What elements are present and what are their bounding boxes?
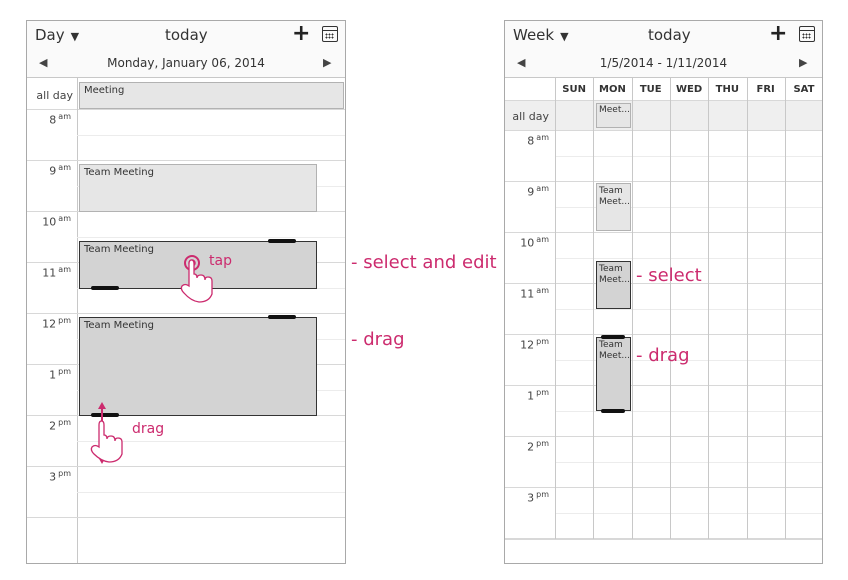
select-and-edit-annotation: - select and edit xyxy=(351,252,497,273)
day-view-panel: Day ▼ today + ◀ Monday, January 06, 2014 … xyxy=(26,20,346,564)
current-week-label: 1/5/2014 - 1/11/2014 xyxy=(599,56,728,70)
hour-label: 3 pm xyxy=(527,490,549,505)
hour-label: 9 am xyxy=(49,163,71,178)
date-navigation: ◀ Monday, January 06, 2014 ▶ xyxy=(27,49,345,78)
week-view-panel: Week ▼ today + ◀ 1/5/2014 - 1/11/2014 ▶ S… xyxy=(504,20,823,564)
day-header-thu[interactable]: THU xyxy=(708,84,746,95)
day-column-divider xyxy=(631,78,633,539)
day-header-tue[interactable]: TUE xyxy=(632,84,670,95)
event-team-meeting-mon-9am[interactable]: Team Meet... xyxy=(596,183,631,231)
resize-handle-bottom[interactable] xyxy=(91,286,119,290)
hour-label: 11 am xyxy=(42,265,71,280)
view-selector-label: Day xyxy=(35,26,65,44)
hour-label: 10 am xyxy=(42,214,71,229)
calendar-icon[interactable] xyxy=(322,26,338,42)
resize-handle-top[interactable] xyxy=(601,335,625,339)
hour-label: 9 am xyxy=(527,184,549,199)
add-event-button[interactable]: + xyxy=(769,21,787,46)
hour-line xyxy=(27,313,345,314)
hour-label: 8 am xyxy=(49,112,71,127)
hour-line xyxy=(505,232,822,233)
next-day-arrow-icon[interactable]: ▶ xyxy=(323,56,331,69)
today-button[interactable]: today xyxy=(165,26,208,44)
resize-handle-bottom[interactable] xyxy=(601,409,625,413)
allday-label: all day xyxy=(512,110,549,123)
hour-line xyxy=(27,466,345,467)
next-week-arrow-icon[interactable]: ▶ xyxy=(799,56,807,69)
hour-line xyxy=(505,334,822,335)
add-event-button[interactable]: + xyxy=(292,21,310,46)
day-header-sun[interactable]: SUN xyxy=(555,84,593,95)
day-header-mon[interactable]: MON xyxy=(593,84,631,95)
hour-line xyxy=(27,517,345,518)
half-hour-line xyxy=(555,411,822,412)
select-annotation-week: - select xyxy=(636,265,702,286)
calendar-icon[interactable] xyxy=(799,26,815,42)
current-date-label: Monday, January 06, 2014 xyxy=(107,56,265,70)
hour-label: 2 pm xyxy=(527,439,549,454)
view-selector-label: Week xyxy=(513,26,555,44)
event-team-meeting-mon-10am[interactable]: Team Meet... xyxy=(596,261,631,309)
resize-handle-top[interactable] xyxy=(268,315,296,319)
allday-row-background xyxy=(505,101,822,130)
half-hour-line xyxy=(555,462,822,463)
hour-label: 2 pm xyxy=(49,418,71,433)
tap-label: tap xyxy=(209,253,232,269)
half-hour-line xyxy=(555,309,822,310)
allday-event-mon[interactable]: Meet... xyxy=(596,103,631,128)
hour-line xyxy=(505,181,822,182)
half-hour-line xyxy=(555,258,822,259)
day-column-divider xyxy=(784,78,786,539)
hour-label: 1 pm xyxy=(49,367,71,382)
allday-divider xyxy=(505,130,822,131)
hour-label: 8 am xyxy=(527,133,549,148)
hour-line xyxy=(505,385,822,386)
chevron-down-icon: ▼ xyxy=(70,30,80,43)
grid-bottom-line xyxy=(505,539,822,540)
hour-label: 12 pm xyxy=(520,337,549,352)
day-column-divider xyxy=(555,78,556,539)
event-team-meeting-mon-12pm[interactable]: Team Meet... xyxy=(596,337,631,411)
drag-label: drag xyxy=(132,421,165,437)
hour-line xyxy=(505,436,822,437)
day-column-divider xyxy=(746,78,748,539)
day-view-toolbar: Day ▼ today + xyxy=(27,21,345,50)
hour-label: 10 am xyxy=(520,235,549,250)
allday-event[interactable]: Meeting xyxy=(79,82,344,109)
allday-label: all day xyxy=(36,89,73,102)
today-button[interactable]: today xyxy=(648,26,691,44)
week-view-toolbar: Week ▼ today + xyxy=(505,21,822,50)
allday-divider xyxy=(27,109,345,110)
day-header-sat[interactable]: SAT xyxy=(785,84,822,95)
hour-label: 12 pm xyxy=(42,316,71,331)
drag-annotation-week: - drag xyxy=(636,345,690,366)
event-team-meeting-9am[interactable]: Team Meeting xyxy=(79,164,317,212)
chevron-down-icon: ▼ xyxy=(560,30,569,43)
hour-label: 11 am xyxy=(520,286,549,301)
drag-annotation-day: - drag xyxy=(351,329,405,350)
day-header-wed[interactable]: WED xyxy=(670,84,708,95)
date-navigation: ◀ 1/5/2014 - 1/11/2014 ▶ xyxy=(505,49,822,78)
day-column-divider xyxy=(593,78,595,539)
hour-line xyxy=(27,160,345,161)
half-hour-line xyxy=(555,156,822,157)
resize-handle-top[interactable] xyxy=(268,239,296,243)
time-column-divider xyxy=(77,78,78,563)
half-hour-line xyxy=(77,237,345,238)
hour-line xyxy=(505,487,822,488)
day-header-fri[interactable]: FRI xyxy=(747,84,785,95)
day-column-divider xyxy=(669,78,671,539)
half-hour-line xyxy=(77,492,345,493)
view-selector[interactable]: Week ▼ xyxy=(513,26,569,44)
view-selector[interactable]: Day ▼ xyxy=(35,26,79,44)
day-column-divider xyxy=(708,78,710,539)
hour-label: 1 pm xyxy=(527,388,549,403)
hour-label: 3 pm xyxy=(49,469,71,484)
half-hour-line xyxy=(555,513,822,514)
drag-gesture-icon xyxy=(90,402,123,464)
half-hour-line xyxy=(77,135,345,136)
